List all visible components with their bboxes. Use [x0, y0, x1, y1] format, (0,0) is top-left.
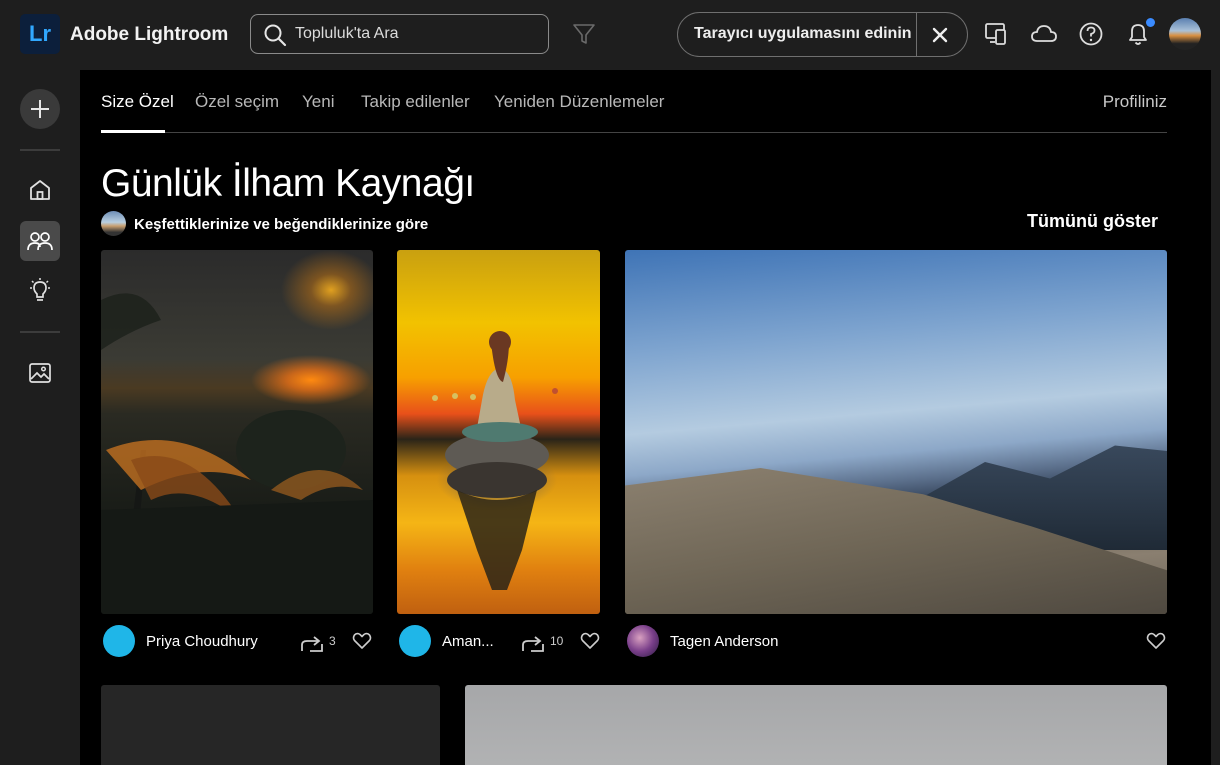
community-icon: [27, 232, 53, 251]
tab-new[interactable]: Yeni: [302, 92, 334, 112]
photo-card-footer: Priya Choudhury 3: [101, 623, 373, 659]
photo-card-footer: Tagen Anderson: [625, 623, 1167, 659]
tab-following[interactable]: Takip edilenler: [361, 92, 470, 112]
sidebar-item-community[interactable]: [20, 221, 60, 261]
photo-card-footer: Aman... 10: [397, 623, 600, 659]
tab-remixes[interactable]: Yeniden Düzenlemeler: [494, 92, 664, 112]
active-tab-indicator: [101, 130, 165, 133]
top-bar: Lr Adobe Lightroom Tarayıcı uygulamasını…: [0, 0, 1220, 70]
lightbulb-icon: [30, 278, 50, 301]
add-button[interactable]: [20, 89, 60, 129]
sidebar-item-photos[interactable]: [20, 353, 60, 393]
photo-card-image[interactable]: [465, 685, 1167, 765]
user-avatar[interactable]: [1169, 18, 1201, 50]
section-title: Günlük İlham Kaynağı: [101, 162, 475, 205]
devices-icon[interactable]: [983, 20, 1009, 48]
remix-count: 3: [329, 634, 336, 648]
remix-count: 10: [550, 634, 564, 648]
heart-icon[interactable]: [580, 631, 600, 651]
author-avatar[interactable]: [627, 625, 659, 657]
author-name[interactable]: Priya Choudhury: [146, 633, 258, 650]
page-scrollbar[interactable]: [1211, 70, 1220, 765]
main-content: Size Özel Özel seçim Yeni Takip edilenle…: [80, 70, 1211, 765]
remix-icon[interactable]: [521, 633, 545, 653]
home-icon: [30, 180, 50, 200]
author-avatar[interactable]: [103, 625, 135, 657]
search-icon: [264, 24, 287, 47]
remix-icon[interactable]: [300, 633, 324, 653]
cloud-icon[interactable]: [1030, 20, 1058, 48]
notification-dot: [1146, 18, 1155, 27]
tab-featured[interactable]: Özel seçim: [195, 92, 279, 112]
meditation-figure: [432, 331, 558, 590]
help-icon[interactable]: [1078, 20, 1104, 48]
palm-silhouette: [101, 293, 373, 614]
promo-divider: [916, 13, 917, 56]
author-name[interactable]: Tagen Anderson: [670, 633, 778, 650]
photo-card-image[interactable]: [101, 685, 440, 765]
close-icon[interactable]: [928, 23, 952, 47]
filter-icon[interactable]: [572, 22, 596, 46]
lightroom-logo[interactable]: Lr: [20, 14, 60, 54]
section-subtitle: Keşfettiklerinize ve beğendiklerinize gö…: [134, 216, 429, 233]
photo-card-image[interactable]: [101, 250, 373, 614]
get-browser-app-banner: Tarayıcı uygulamasını edinin: [677, 12, 968, 57]
your-profile-link[interactable]: Profiliniz: [1103, 92, 1167, 112]
sidebar-divider: [20, 331, 60, 333]
app-name: Adobe Lightroom: [70, 24, 229, 45]
logo-text: Lr: [29, 21, 51, 46]
sidebar-item-learn[interactable]: [20, 271, 60, 311]
left-sidebar: [0, 70, 80, 765]
tab-for-you[interactable]: Size Özel: [101, 92, 174, 112]
photos-icon: [29, 363, 51, 383]
photo-card-image[interactable]: [625, 250, 1167, 614]
show-all-link[interactable]: Tümünü göster: [1027, 211, 1158, 232]
get-browser-app-button[interactable]: Tarayıcı uygulamasını edinin: [694, 25, 912, 43]
author-avatar[interactable]: [399, 625, 431, 657]
sidebar-divider: [20, 149, 60, 151]
search-box[interactable]: [250, 14, 549, 54]
sidebar-item-home[interactable]: [20, 170, 60, 210]
plus-icon: [31, 100, 49, 118]
search-input[interactable]: [295, 23, 535, 45]
community-tabs: Size Özel Özel seçim Yeni Takip edilenle…: [101, 70, 1167, 133]
heart-icon[interactable]: [352, 631, 372, 651]
subtitle-avatar: [101, 211, 126, 236]
author-name[interactable]: Aman...: [442, 633, 494, 650]
photo-card-image[interactable]: [397, 250, 600, 614]
heart-icon[interactable]: [1146, 631, 1166, 651]
